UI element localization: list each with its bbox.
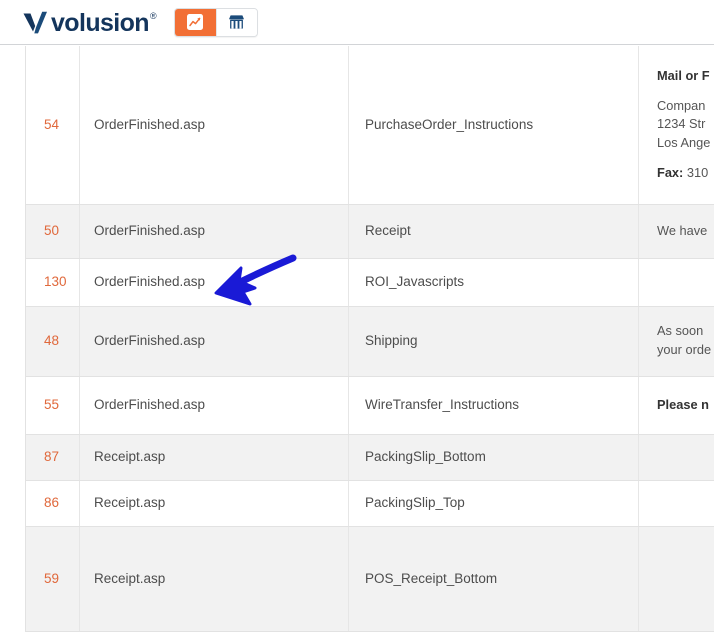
table-row[interactable]: 50 OrderFinished.asp Receipt We have — [25, 204, 714, 259]
volusion-v-icon — [23, 11, 47, 33]
cell-body-preview: Please n — [638, 376, 714, 435]
cell-template-id: 54 — [25, 46, 80, 205]
cell-page-name: Receipt.asp — [79, 480, 349, 527]
cell-page-name: OrderFinished.asp — [79, 258, 349, 307]
table-row[interactable]: 87 Receipt.asp PackingSlip_Bottom — [25, 434, 714, 481]
storefront-icon — [229, 15, 245, 29]
template-table: 54 OrderFinished.asp PurchaseOrder_Instruc… — [25, 46, 714, 632]
top-bar: volusion ® — [0, 0, 714, 45]
cell-body-preview — [638, 434, 714, 481]
body-line: Los Ange — [657, 135, 711, 151]
app-root: volusion ® 54 OrderFinished.asp Purchase… — [0, 0, 714, 636]
cell-page-name: OrderFinished.asp — [79, 306, 349, 377]
cell-body-preview: We have — [638, 204, 714, 259]
cell-template-name: Receipt — [348, 204, 639, 259]
cell-template-id: 50 — [25, 204, 80, 259]
body-line: Please n — [657, 396, 709, 412]
body-line: Mail or F — [657, 68, 710, 84]
body-line: As soon — [657, 323, 704, 339]
cell-template-name: ROI_Javascripts — [348, 258, 639, 307]
table-row[interactable]: 54 OrderFinished.asp PurchaseOrder_Instruc… — [25, 46, 714, 205]
body-line: Compan — [657, 97, 706, 113]
chart-icon — [187, 14, 204, 30]
registered-mark: ® — [149, 11, 157, 21]
cell-page-name: OrderFinished.asp — [79, 204, 349, 259]
cell-body-preview — [638, 480, 714, 527]
table-row[interactable]: 48 OrderFinished.asp Shipping As soon your o… — [25, 306, 714, 377]
volusion-logo[interactable]: volusion ® — [22, 7, 157, 37]
body-line: your orde — [657, 342, 712, 357]
cell-template-name: PackingSlip_Top — [348, 480, 639, 527]
body-line — [657, 153, 714, 164]
cell-template-id: 48 — [25, 306, 80, 377]
cell-body-preview: Mail or F Compan 1234 Str Los Ange Fax: 31… — [638, 46, 714, 205]
table-row[interactable]: 59 Receipt.asp POS_Receipt_Bottom — [25, 526, 714, 632]
cell-template-id: 55 — [25, 376, 80, 435]
cell-body-preview: As soon your orde — [638, 306, 714, 377]
cell-template-id: 86 — [25, 480, 80, 527]
table-row[interactable]: 130 OrderFinished.asp ROI_Javascripts — [25, 258, 714, 307]
table-row[interactable]: 86 Receipt.asp PackingSlip_Top — [25, 480, 714, 527]
dashboard-toggle[interactable] — [174, 8, 216, 36]
cell-template-name: Shipping — [348, 306, 639, 377]
cell-template-id: 130 — [25, 258, 80, 307]
body-line: We have — [657, 222, 708, 238]
table-row[interactable]: 55 OrderFinished.asp WireTransfer_Instruct… — [25, 376, 714, 435]
template-table-container[interactable]: 54 OrderFinished.asp PurchaseOrder_Instruc… — [0, 46, 714, 636]
cell-template-name: WireTransfer_Instructions — [348, 376, 639, 435]
cell-body-preview — [638, 526, 714, 632]
cell-template-name: POS_Receipt_Bottom — [348, 526, 639, 632]
cell-template-id: 87 — [25, 434, 80, 481]
cell-template-name: PackingSlip_Bottom — [348, 434, 639, 481]
cell-page-name: OrderFinished.asp — [79, 376, 349, 435]
cell-body-preview — [638, 258, 714, 307]
cell-template-id: 59 — [25, 526, 80, 632]
storefront-toggle[interactable] — [215, 8, 257, 36]
body-line — [657, 86, 714, 97]
logo-wordmark: volusion — [51, 8, 150, 37]
cell-page-name: Receipt.asp — [79, 526, 349, 632]
cell-template-name: PurchaseOrder_Instructions — [348, 46, 639, 205]
cell-page-name: OrderFinished.asp — [79, 46, 349, 205]
body-line: Fax: 310 — [657, 164, 709, 180]
table-body: 54 OrderFinished.asp PurchaseOrder_Instruc… — [25, 46, 714, 632]
body-line: 1234 Str — [657, 116, 706, 132]
view-toggle-group — [173, 7, 258, 37]
cell-page-name: Receipt.asp — [79, 434, 349, 481]
